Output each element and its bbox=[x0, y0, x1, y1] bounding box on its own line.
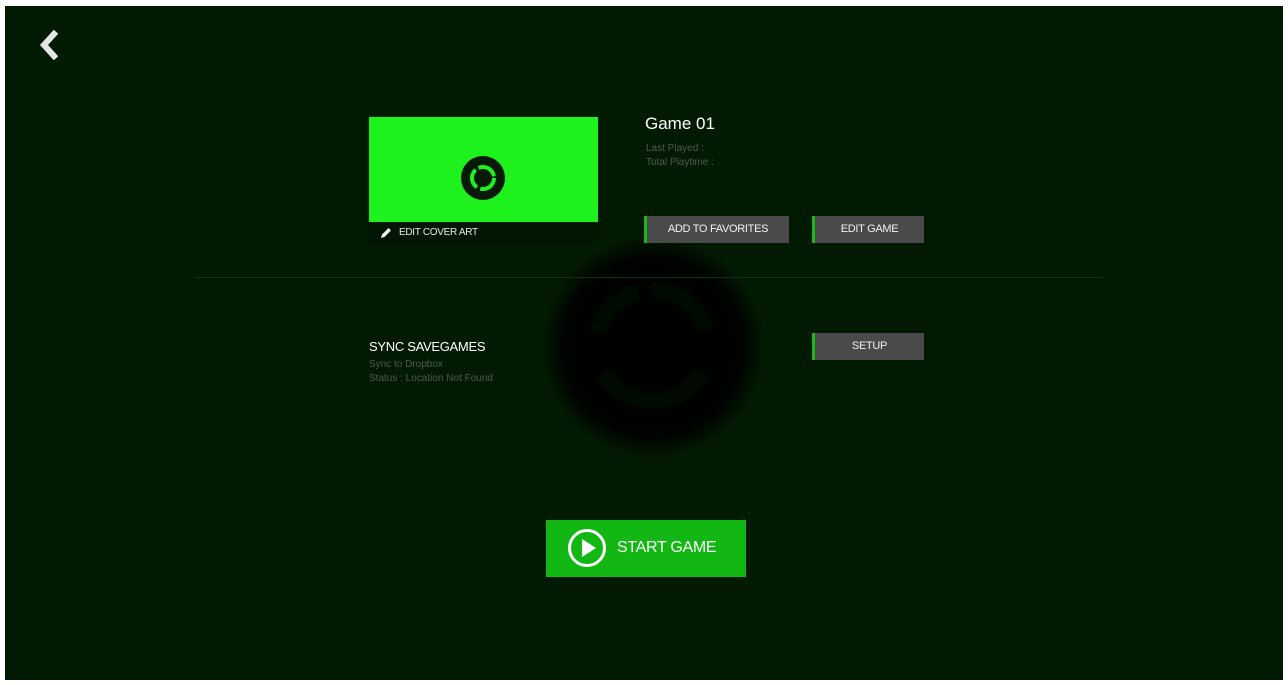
logo-watermark-icon bbox=[541, 235, 765, 459]
sync-target-text: Sync to Dropbox bbox=[369, 359, 443, 370]
sync-status-text: Status : Location Not Found bbox=[369, 373, 493, 384]
edit-game-button[interactable]: EDIT GAME bbox=[812, 216, 924, 243]
game-details-screen: EDIT COVER ART Game 01 Last Played : Tot… bbox=[5, 6, 1283, 680]
back-button[interactable] bbox=[34, 28, 64, 62]
last-played-label: Last Played : bbox=[646, 143, 704, 154]
sync-savegames-title: SYNC SAVEGAMES bbox=[369, 339, 486, 354]
add-to-favorites-button[interactable]: ADD TO FAVORITES bbox=[644, 216, 789, 243]
start-game-button[interactable]: START GAME bbox=[546, 520, 746, 577]
section-divider bbox=[195, 277, 1103, 278]
total-playtime-label: Total Playtime : bbox=[646, 157, 714, 168]
chevron-left-icon bbox=[39, 29, 59, 61]
game-title: Game 01 bbox=[645, 114, 715, 133]
pencil-icon bbox=[381, 228, 391, 238]
edit-cover-art-button[interactable]: EDIT COVER ART bbox=[369, 222, 598, 244]
setup-button[interactable]: SETUP bbox=[812, 333, 924, 360]
game-logo-icon bbox=[461, 156, 505, 200]
start-game-label: START GAME bbox=[617, 539, 717, 556]
play-circle-icon bbox=[568, 529, 606, 567]
cover-art bbox=[369, 117, 598, 222]
edit-cover-art-label: EDIT COVER ART bbox=[399, 227, 478, 238]
